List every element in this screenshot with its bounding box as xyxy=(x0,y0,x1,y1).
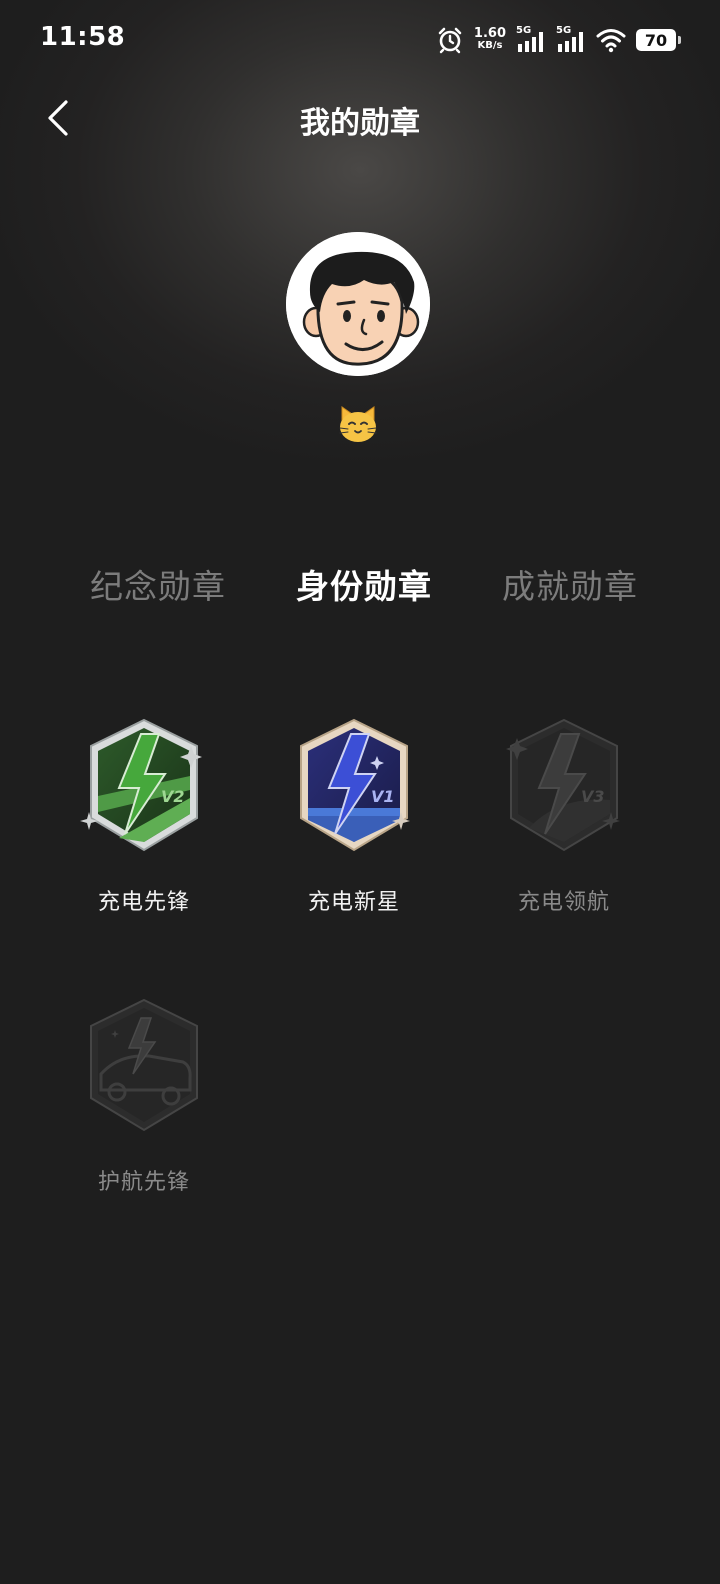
cartoon-face-avatar xyxy=(286,232,430,376)
badge-label: 护航先锋 xyxy=(97,1170,190,1195)
locked-lightning-car-badge-icon xyxy=(90,998,198,1132)
locked-lightning-v3-badge-icon: V3 xyxy=(506,718,620,852)
alarm-icon xyxy=(438,27,462,54)
signal-icon xyxy=(558,32,583,52)
signal-icon xyxy=(518,32,543,52)
page-title: 我的勋章 xyxy=(300,106,420,141)
svg-text:V2: V2 xyxy=(161,787,185,806)
badge-item-escort-pioneer[interactable]: 护航先锋 xyxy=(54,996,234,1196)
signal-sim2: 5G xyxy=(556,26,586,54)
net-speed-value: 1.60 xyxy=(473,26,506,41)
tab-commemorative[interactable]: 纪念勋章 xyxy=(58,560,258,608)
tab-achievement[interactable]: 成就勋章 xyxy=(470,560,670,608)
cat-face-icon xyxy=(339,406,377,442)
net-speed-unit: KB/s xyxy=(477,40,503,51)
badge-tabs: 纪念勋章 身份勋章 成就勋章 xyxy=(0,560,720,620)
badge-item-charging-star[interactable]: V1 充电新星 xyxy=(264,716,444,916)
signal-sim1: 5G xyxy=(516,26,546,54)
battery-icon: 70 xyxy=(636,29,681,51)
net-speed: 1.60 KB/s xyxy=(473,26,506,52)
status-time: 11:58 xyxy=(40,22,126,52)
wifi-icon xyxy=(596,29,626,53)
badge-item-charging-navigator[interactable]: V3 充电领航 xyxy=(474,716,654,916)
green-lightning-v2-badge-icon: V2 xyxy=(80,718,202,852)
status-bar: 11:58 1.60 KB/s 5G 5G 70 xyxy=(0,0,720,80)
status-icons: 1.60 KB/s 5G 5G 70 xyxy=(436,24,681,56)
badge-label: 充电先锋 xyxy=(97,890,190,915)
svg-text:V3: V3 xyxy=(581,787,605,806)
badge-label: 充电领航 xyxy=(517,890,610,915)
avatar[interactable] xyxy=(286,232,430,376)
badge-item-charging-pioneer[interactable]: V2 充电先锋 xyxy=(54,716,234,916)
tab-identity[interactable]: 身份勋章 xyxy=(264,560,464,608)
header: 我的勋章 xyxy=(0,88,720,148)
badge-label: 充电新星 xyxy=(307,890,400,915)
svg-text:V1: V1 xyxy=(371,787,395,806)
blue-lightning-v1-badge-icon: V1 xyxy=(300,718,410,852)
